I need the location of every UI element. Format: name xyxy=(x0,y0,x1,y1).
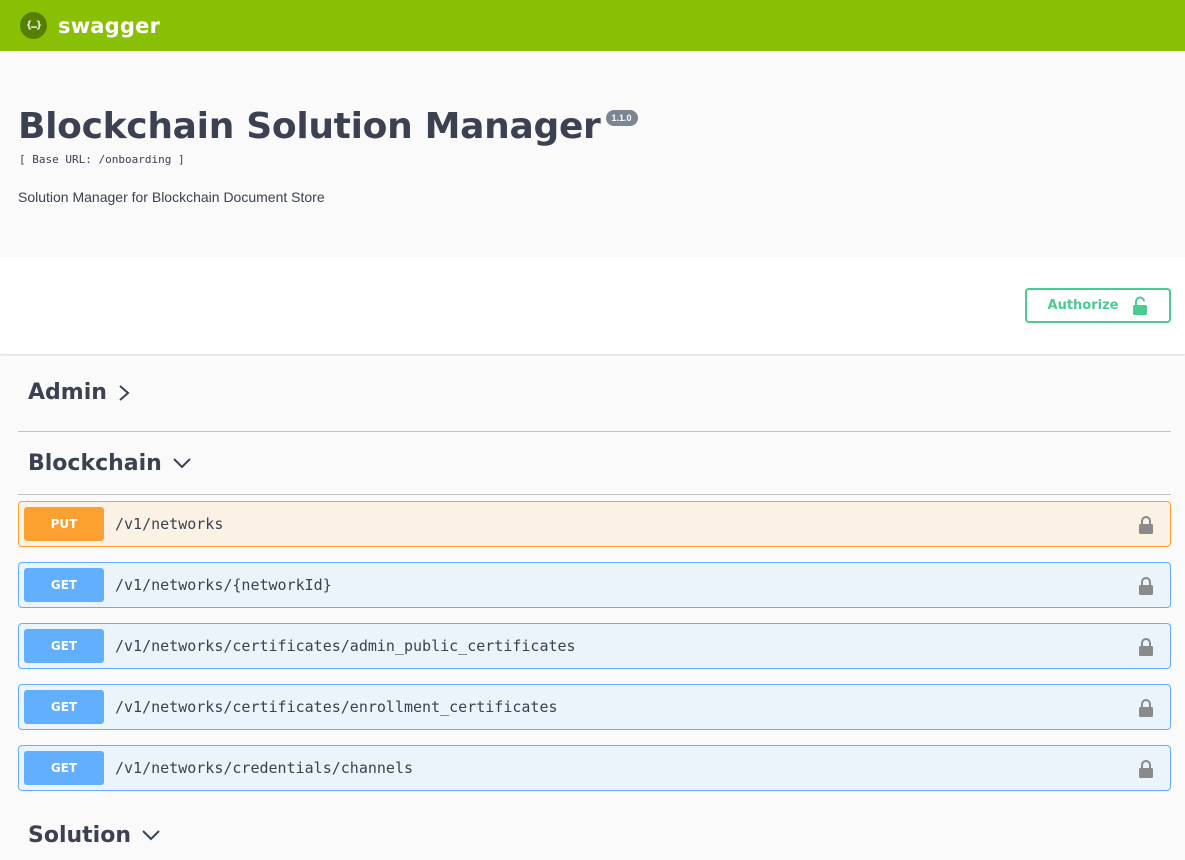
unlocked-padlock-icon xyxy=(1133,296,1148,315)
tag-blockchain[interactable]: Blockchain xyxy=(18,432,1171,495)
padlock-icon[interactable] xyxy=(1138,576,1154,596)
method-badge: GET xyxy=(24,690,104,724)
chevron-down-icon xyxy=(141,828,161,842)
page-title: Blockchain Solution Manager xyxy=(18,106,601,147)
operation-get-enrollment-certificates[interactable]: GET /v1/networks/certificates/enrollment… xyxy=(18,684,1171,730)
topbar: {…} swagger xyxy=(0,0,1185,51)
authorize-label: Authorize xyxy=(1047,298,1119,313)
operations-sections: Admin Blockchain PUT /v1/networks GET /v… xyxy=(18,354,1171,860)
operation-path: /v1/networks/certificates/enrollment_cer… xyxy=(115,698,558,716)
operation-get-admin-public-certificates[interactable]: GET /v1/networks/certificates/admin_publ… xyxy=(18,623,1171,669)
operation-path: /v1/networks/credentials/channels xyxy=(115,759,414,777)
api-info: Blockchain Solution Manager 1.1.0 [ Base… xyxy=(0,51,1185,257)
method-badge: GET xyxy=(24,629,104,663)
authorize-button[interactable]: Authorize xyxy=(1025,288,1171,323)
padlock-icon[interactable] xyxy=(1138,637,1154,657)
swagger-logo-icon[interactable]: {…} xyxy=(20,12,47,39)
tag-solution-label: Solution xyxy=(28,822,131,848)
title-row: Blockchain Solution Manager 1.1.0 xyxy=(18,107,638,147)
operation-path: /v1/networks/{networkId} xyxy=(115,576,332,594)
method-badge: PUT xyxy=(24,507,104,541)
operation-get-network-by-id[interactable]: GET /v1/networks/{networkId} xyxy=(18,562,1171,608)
chevron-right-icon xyxy=(117,383,131,403)
tag-admin[interactable]: Admin xyxy=(18,354,1171,432)
padlock-icon[interactable] xyxy=(1138,515,1154,535)
scheme-container: Authorize xyxy=(0,257,1185,354)
operation-path: /v1/networks xyxy=(115,515,224,533)
api-description: Solution Manager for Blockchain Document… xyxy=(18,189,325,205)
chevron-down-icon xyxy=(172,456,192,470)
base-url: [ Base URL: /onboarding ] xyxy=(19,153,185,166)
version-badge: 1.1.0 xyxy=(605,110,638,126)
tag-admin-label: Admin xyxy=(28,380,107,405)
tag-solution[interactable]: Solution xyxy=(18,800,1171,860)
padlock-icon[interactable] xyxy=(1138,759,1154,779)
operation-put-networks[interactable]: PUT /v1/networks xyxy=(18,501,1171,547)
blockchain-operations: PUT /v1/networks GET /v1/networks/{netwo… xyxy=(18,495,1171,791)
operation-get-credentials-channels[interactable]: GET /v1/networks/credentials/channels xyxy=(18,745,1171,791)
method-badge: GET xyxy=(24,568,104,602)
swagger-logo-text[interactable]: swagger xyxy=(58,14,160,38)
operation-path: /v1/networks/certificates/admin_public_c… xyxy=(115,637,576,655)
solution-wrap: Solution xyxy=(18,800,1171,860)
padlock-icon[interactable] xyxy=(1138,698,1154,718)
method-badge: GET xyxy=(24,751,104,785)
tag-blockchain-label: Blockchain xyxy=(28,450,162,476)
